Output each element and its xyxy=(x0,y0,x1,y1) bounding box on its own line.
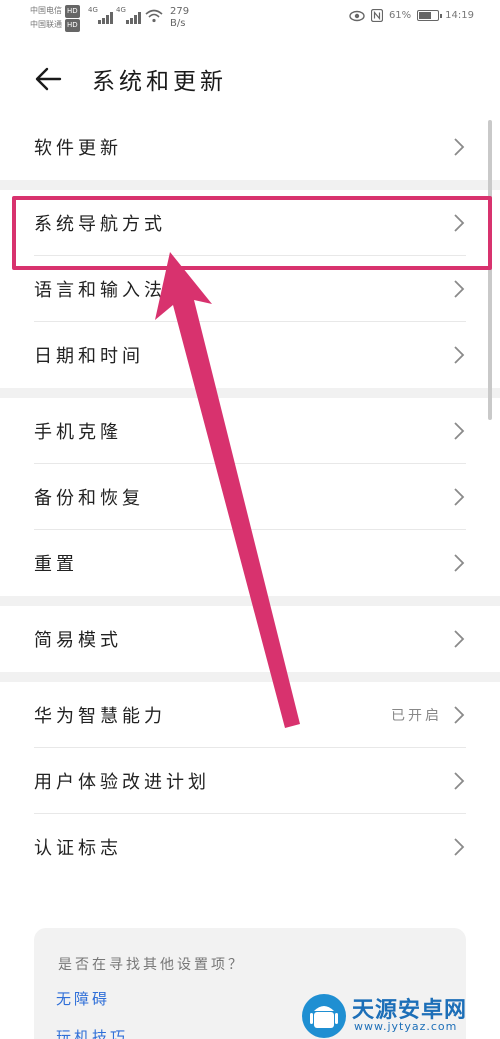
item-label: 日期和时间 xyxy=(34,346,144,367)
settings-group: 手机克隆 备份和恢复 重置 xyxy=(0,398,500,596)
watermark-url: www.jytyaz.com xyxy=(354,1020,458,1033)
chevron-right-icon xyxy=(454,346,465,364)
item-label: 重置 xyxy=(34,554,78,575)
back-arrow-icon[interactable] xyxy=(34,64,64,94)
nfc-icon xyxy=(370,9,383,22)
settings-item-system-navigation[interactable]: 系统导航方式 xyxy=(34,190,466,256)
item-label: 备份和恢复 xyxy=(34,487,144,509)
chevron-right-icon xyxy=(454,554,465,572)
settings-item-user-experience[interactable]: 用户体验改进计划 xyxy=(34,748,466,814)
scrollbar[interactable] xyxy=(488,120,492,420)
item-label: 语言和输入法 xyxy=(34,279,166,301)
battery-percent: 61% xyxy=(388,10,412,21)
chevron-right-icon xyxy=(454,630,465,648)
network-type-2: 4G xyxy=(116,6,126,14)
settings-group: 系统导航方式 语言和输入法 日期和时间 xyxy=(0,190,500,388)
settings-item-simple-mode[interactable]: 简易模式 xyxy=(34,606,466,672)
settings-item-date-time[interactable]: 日期和时间 xyxy=(34,322,466,388)
status-bar: 中国电信 HD 中国联通 HD 4G 4G 279 B/s 61% 14:19 xyxy=(0,0,500,34)
item-label: 简易模式 xyxy=(34,630,122,651)
settings-item-software-update[interactable]: 软件更新 xyxy=(34,114,466,180)
group-divider xyxy=(0,388,500,398)
settings-item-backup-restore[interactable]: 备份和恢复 xyxy=(34,464,466,530)
chevron-right-icon xyxy=(454,771,465,790)
page-title: 系统和更新 xyxy=(92,69,227,95)
suggestion-question: 是否在寻找其他设置项？ xyxy=(58,957,245,973)
item-label: 认证标志 xyxy=(34,838,122,859)
item-label: 软件更新 xyxy=(34,138,122,159)
chevron-right-icon xyxy=(454,421,465,440)
chevron-right-icon xyxy=(454,838,465,856)
hd-badge-2: HD xyxy=(65,19,80,32)
watermark: 天源安卓网 www.jytyaz.com xyxy=(300,990,500,1039)
settings-item-language-input[interactable]: 语言和输入法 xyxy=(34,256,466,322)
settings-item-reset[interactable]: 重置 xyxy=(34,530,466,596)
header: 系统和更新 xyxy=(0,50,500,106)
network-speed: 279 B/s xyxy=(170,6,190,29)
item-label: 系统导航方式 xyxy=(34,213,166,235)
settings-item-phone-clone[interactable]: 手机克隆 xyxy=(34,398,466,464)
hd-badge-1: HD xyxy=(65,5,80,18)
android-logo-icon xyxy=(302,994,346,1038)
link-phone-tips[interactable]: 玩机技巧 xyxy=(56,1026,128,1039)
chevron-right-icon xyxy=(454,705,465,724)
carrier-info: 中国电信 HD 中国联通 HD xyxy=(30,4,80,32)
chevron-right-icon xyxy=(454,213,465,232)
right-status: 61% 14:19 xyxy=(349,9,474,22)
chevron-right-icon xyxy=(454,279,465,298)
settings-item-certification[interactable]: 认证标志 xyxy=(34,814,466,880)
item-label: 华为智慧能力 xyxy=(34,705,166,727)
item-status-value: 已开启 xyxy=(391,707,442,724)
carrier-1: 中国电信 xyxy=(30,6,62,15)
wifi-icon xyxy=(145,9,163,23)
settings-group: 软件更新 xyxy=(0,114,500,180)
battery-icon xyxy=(417,10,443,21)
group-divider xyxy=(0,672,500,682)
network-type-1: 4G xyxy=(88,6,98,14)
group-divider xyxy=(0,180,500,190)
link-accessibility[interactable]: 无障碍 xyxy=(56,988,110,1009)
settings-group: 简易模式 xyxy=(0,606,500,672)
carrier-2: 中国联通 xyxy=(30,20,62,29)
chevron-right-icon xyxy=(454,487,465,506)
item-label: 用户体验改进计划 xyxy=(34,771,210,793)
eye-comfort-icon xyxy=(349,10,365,21)
clock: 14:19 xyxy=(445,10,474,21)
chevron-right-icon xyxy=(454,138,465,156)
group-divider xyxy=(0,596,500,606)
settings-group: 华为智慧能力 已开启 用户体验改进计划 认证标志 xyxy=(0,682,500,880)
settings-item-huawei-intelligence[interactable]: 华为智慧能力 已开启 xyxy=(34,682,466,748)
settings-list: 软件更新 系统导航方式 语言和输入法 日期和时间 手机克隆 备份和恢复 重置 简… xyxy=(0,114,500,880)
item-label: 手机克隆 xyxy=(34,421,122,443)
